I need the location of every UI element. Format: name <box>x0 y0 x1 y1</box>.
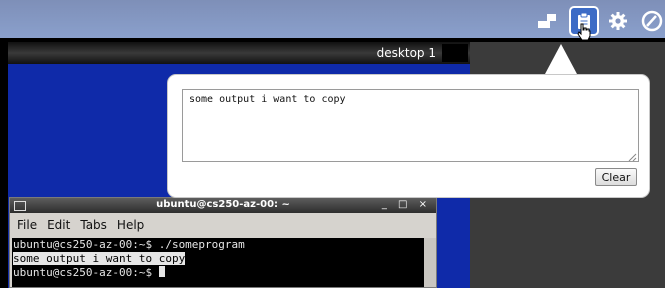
terminal-prompt: ubuntu@cs250-az-00:~$ <box>13 266 159 279</box>
disconnect-button[interactable] <box>638 7 665 35</box>
terminal-scrollbar[interactable] <box>424 238 436 287</box>
desktop-indicator <box>442 44 468 62</box>
menu-edit[interactable]: Edit <box>47 218 70 232</box>
terminal-titlebar[interactable]: ubuntu@cs250-az-00: ~ _ □ × <box>10 198 436 213</box>
desktop-panel: desktop 1 <box>8 42 470 64</box>
settings-button[interactable] <box>604 7 632 35</box>
text-cursor <box>158 266 165 277</box>
hand-cursor-icon <box>577 23 591 41</box>
terminal-window[interactable]: ubuntu@cs250-az-00: ~ _ □ × File Edit Ta… <box>9 197 437 288</box>
desktop-label[interactable]: desktop 1 <box>377 46 436 60</box>
resize-grip-icon[interactable] <box>627 152 637 162</box>
clipboard-panel: Clear <box>167 74 650 198</box>
terminal-title: ubuntu@cs250-az-00: ~ <box>156 199 290 210</box>
vnc-viewer: desktop 1 ubuntu@cs250-az-00: ~ _ □ × Fi… <box>0 0 665 288</box>
popup-arrow <box>545 44 577 74</box>
terminal-output[interactable]: ubuntu@cs250-az-00:~$ ./someprogram some… <box>12 238 424 287</box>
terminal-line: ubuntu@cs250-az-00:~$ ./someprogram <box>13 238 245 251</box>
menu-tabs[interactable]: Tabs <box>80 218 107 232</box>
menu-file[interactable]: File <box>17 218 37 232</box>
menu-help[interactable]: Help <box>117 218 144 232</box>
terminal-menubar: File Edit Tabs Help <box>10 214 436 236</box>
window-controls[interactable]: _ □ × <box>382 199 431 210</box>
clipboard-textarea[interactable] <box>182 89 639 162</box>
gear-icon <box>609 12 627 30</box>
power-icon <box>641 10 663 32</box>
clear-button[interactable]: Clear <box>595 168 637 186</box>
toolbar <box>0 0 665 38</box>
screen-toggle-button[interactable] <box>533 7 561 35</box>
selected-output: some output i want to copy <box>13 252 186 265</box>
screen-icon <box>538 14 556 28</box>
